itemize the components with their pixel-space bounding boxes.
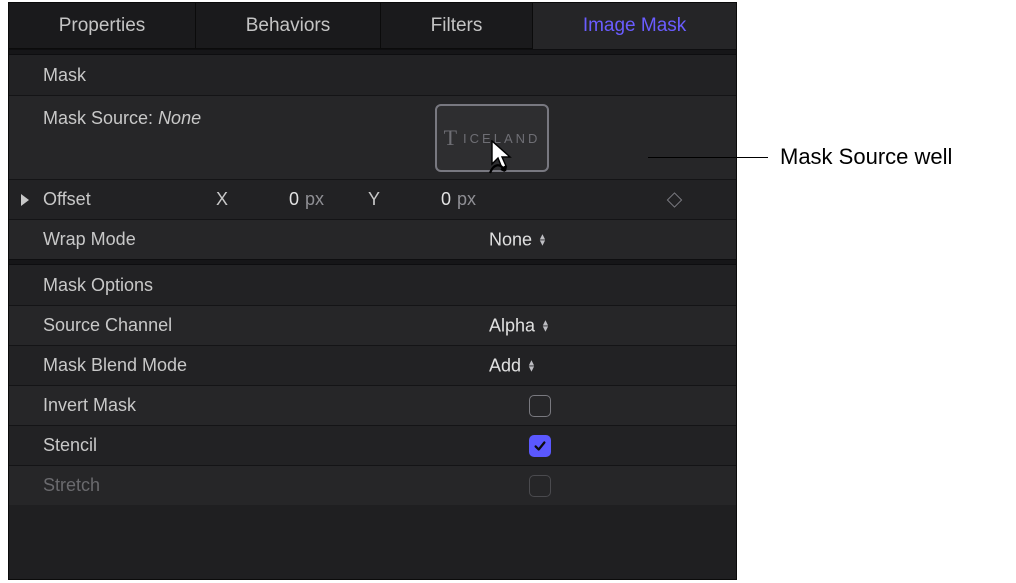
disclosure-triangle-icon[interactable]: [21, 194, 29, 206]
offset-y-value: 0: [383, 189, 451, 210]
mask-source-row: Mask Source: None T ICELAND: [9, 95, 736, 179]
source-channel-popup[interactable]: Alpha ▲▼: [489, 315, 550, 336]
wrap-mode-value: None: [489, 229, 532, 250]
tab-image-mask[interactable]: Image Mask: [533, 3, 736, 49]
blend-mode-value: Add: [489, 355, 521, 376]
tab-behaviors[interactable]: Behaviors: [196, 3, 381, 49]
popup-stepper-icon: ▲▼: [527, 360, 536, 372]
section-header-mask-options: Mask Options: [9, 265, 736, 305]
wrap-mode-label: Wrap Mode: [43, 229, 213, 250]
blend-mode-label: Mask Blend Mode: [43, 355, 213, 376]
popup-stepper-icon: ▲▼: [541, 320, 550, 332]
offset-x-label: X: [213, 189, 231, 210]
stretch-checkbox: [529, 475, 551, 497]
blend-mode-popup[interactable]: Add ▲▼: [489, 355, 536, 376]
callout-leader-line: [648, 157, 768, 158]
stretch-row: Stretch: [9, 465, 736, 505]
invert-mask-row: Invert Mask: [9, 385, 736, 425]
wrap-mode-popup[interactable]: None ▲▼: [489, 229, 547, 250]
popup-stepper-icon: ▲▼: [538, 234, 547, 246]
stencil-label: Stencil: [43, 435, 213, 456]
mask-source-value: None: [158, 108, 201, 128]
mask-source-well-text: ICELAND: [463, 131, 540, 146]
offset-y-unit: px: [457, 189, 487, 210]
offset-x-value: 0: [231, 189, 299, 210]
stencil-checkbox[interactable]: [529, 435, 551, 457]
invert-mask-checkbox[interactable]: [529, 395, 551, 417]
mask-source-label-text: Mask Source:: [43, 108, 153, 128]
source-channel-value: Alpha: [489, 315, 535, 336]
offset-label: Offset: [43, 189, 213, 210]
stretch-label: Stretch: [43, 475, 213, 496]
source-channel-row: Source Channel Alpha ▲▼: [9, 305, 736, 345]
inspector-tabs: Properties Behaviors Filters Image Mask: [9, 3, 736, 49]
tab-filters[interactable]: Filters: [381, 3, 533, 49]
text-layer-icon: T: [444, 125, 457, 151]
tab-properties[interactable]: Properties: [9, 3, 196, 49]
mask-source-label: Mask Source: None: [43, 106, 201, 129]
invert-mask-label: Invert Mask: [43, 395, 213, 416]
stencil-row: Stencil: [9, 425, 736, 465]
offset-values: X 0 px Y 0 px: [213, 189, 726, 210]
wrap-mode-row: Wrap Mode None ▲▼: [9, 219, 736, 259]
offset-y-field[interactable]: 0 px: [383, 189, 487, 210]
offset-x-unit: px: [305, 189, 335, 210]
mask-source-well[interactable]: T ICELAND: [435, 104, 549, 172]
offset-x-field[interactable]: 0 px: [231, 189, 335, 210]
blend-mode-row: Mask Blend Mode Add ▲▼: [9, 345, 736, 385]
source-channel-label: Source Channel: [43, 315, 213, 336]
checkmark-icon: [533, 439, 547, 453]
offset-row: Offset X 0 px Y 0 px: [9, 179, 736, 219]
callout-label: Mask Source well: [780, 144, 952, 170]
inspector-panel: Properties Behaviors Filters Image Mask …: [8, 2, 737, 580]
section-header-mask: Mask: [9, 55, 736, 95]
offset-y-label: Y: [365, 189, 383, 210]
